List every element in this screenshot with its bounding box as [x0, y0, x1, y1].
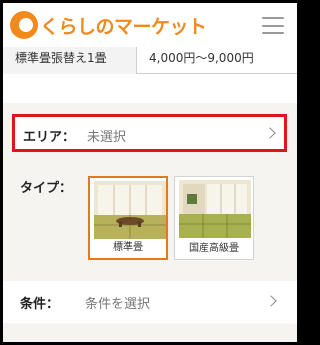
logo-text: くらしのマーケット — [40, 15, 207, 38]
type-option-premium[interactable]: 国産高級畳 — [174, 176, 254, 260]
app-frame: くらしのマーケット 標準畳張替え1畳 4,000円〜9,000円 エリア： 未選… — [3, 3, 297, 342]
type-option-label: 標準畳 — [113, 242, 143, 253]
chevron-right-icon — [265, 295, 277, 307]
area-label: エリア： — [23, 130, 76, 145]
logo-mark-icon — [10, 11, 38, 39]
condition-value: 条件を選択 — [85, 297, 151, 312]
area-selector[interactable]: エリア： 未選択 — [12, 114, 287, 152]
spacer — [3, 74, 297, 103]
type-option-label: 国産高級畳 — [189, 243, 239, 254]
hamburger-menu-icon[interactable] — [262, 17, 284, 34]
price-table-row: 標準畳張替え1畳 4,000円〜9,000円 — [3, 47, 297, 74]
price-item-label: 標準畳張替え1畳 — [3, 47, 137, 74]
price-item-value: 4,000円〜9,000円 — [149, 51, 254, 65]
premium-tatami-room-icon — [179, 180, 251, 238]
condition-label: 条件： — [20, 297, 60, 312]
chevron-right-icon — [264, 127, 276, 139]
site-header: くらしのマーケット — [3, 3, 297, 47]
area-value: 未選択 — [87, 130, 127, 145]
condition-selector[interactable]: 条件： 条件を選択 — [3, 281, 297, 323]
standard-tatami-room-icon — [94, 181, 166, 239]
site-logo[interactable]: くらしのマーケット — [10, 11, 207, 39]
type-label: タイプ： — [20, 181, 73, 196]
type-option-standard[interactable]: 標準畳 — [88, 176, 168, 260]
